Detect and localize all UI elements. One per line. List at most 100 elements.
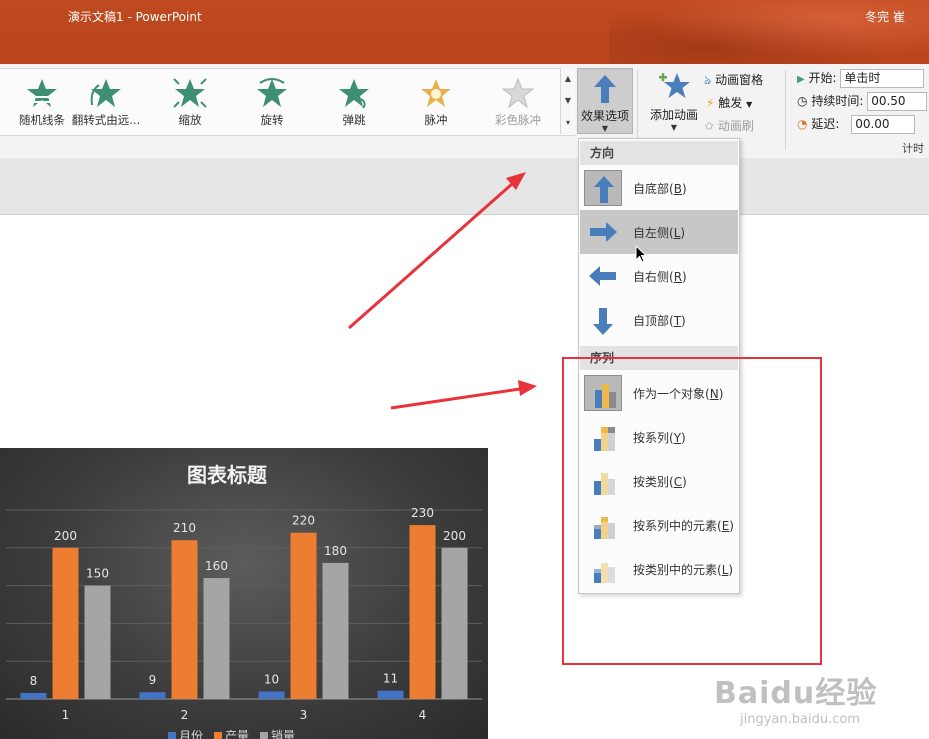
watermark-url: jingyan.baidu.com bbox=[740, 712, 860, 727]
effect-options-label: 效果选项 bbox=[580, 109, 629, 123]
menu-item-text: 自右侧 bbox=[633, 270, 670, 284]
direction-option-1[interactable]: 自左侧(L) bbox=[580, 210, 738, 254]
animation-pane-label: 动画窗格 bbox=[715, 73, 764, 87]
bar-月份-4 bbox=[377, 690, 404, 699]
title-bar: 演示文稿1 - PowerPoint 冬完 崔 bbox=[0, 0, 929, 64]
gallery-item-4[interactable]: 弹跳 bbox=[314, 73, 394, 133]
legend-swatch bbox=[260, 732, 268, 739]
direction-option-0[interactable]: 自底部(B) bbox=[580, 166, 738, 210]
menu-item-access-key: (B) bbox=[669, 182, 687, 196]
menu-item-text: 自左侧 bbox=[633, 226, 670, 240]
bar-月份-2 bbox=[139, 692, 166, 699]
random-bars-icon bbox=[27, 79, 57, 107]
duration-label: 持续时间: bbox=[811, 94, 864, 108]
menu-item-access-key: (L) bbox=[669, 226, 686, 240]
data-label: 200 bbox=[443, 529, 466, 543]
menu-item-access-key: (R) bbox=[669, 270, 687, 284]
chevron-down-icon: ▼ bbox=[601, 124, 609, 133]
bar-月份-3 bbox=[258, 691, 285, 699]
clock-icon: ◷ bbox=[797, 94, 808, 108]
data-label: 10 bbox=[264, 672, 279, 686]
gallery-item-label: 翻转式由远... bbox=[71, 113, 141, 127]
direction-header: 方向 bbox=[580, 141, 738, 165]
gallery-item-label: 脉冲 bbox=[424, 113, 448, 127]
animation-pane-button[interactable]: ঌ 动画窗格 bbox=[704, 71, 763, 92]
animation-painter-label: 动画刷 bbox=[717, 119, 754, 133]
menu-item-label: 自左侧(L) bbox=[633, 224, 685, 241]
menu-item-text: 自顶部 bbox=[633, 314, 670, 328]
effect-options-button[interactable]: 效果选项 ▼ bbox=[577, 68, 633, 134]
direction-option-3[interactable]: 自顶部(T) bbox=[580, 298, 738, 342]
flip-icon bbox=[90, 79, 121, 107]
x-tick-label: 2 bbox=[181, 708, 189, 722]
bounce-icon bbox=[339, 79, 369, 109]
timing-group-label: 计时 bbox=[902, 142, 924, 155]
bar-产量-2 bbox=[171, 540, 198, 699]
bar-chart: 图表标题8200150192101602102201803112302004月份… bbox=[6, 463, 482, 739]
window-title: 演示文稿1 - PowerPoint bbox=[68, 10, 202, 24]
legend-label: 产量 bbox=[225, 729, 249, 739]
play-icon: ▶ bbox=[797, 74, 805, 85]
chart-title: 图表标题 bbox=[187, 463, 268, 487]
spin-icon bbox=[257, 78, 287, 107]
delay-row: ◔ 延迟: 00.00 bbox=[797, 115, 916, 134]
trigger-button[interactable]: ⚡ 触发 ▼ bbox=[706, 94, 752, 111]
animation-pane-icon: ঌ bbox=[704, 73, 712, 87]
gallery-item-1[interactable]: 翻转式由远... bbox=[66, 73, 146, 133]
legend-swatch bbox=[168, 732, 176, 739]
bar-销量-3 bbox=[322, 562, 349, 699]
chart-object[interactable]: 图表标题 8 200 150 1 9 210 160 2 10 220 180 3 11 230 200 4 月份… bbox=[0, 448, 488, 739]
annotation-highlight-box bbox=[562, 357, 822, 665]
arrow-left-icon bbox=[584, 258, 622, 294]
gallery-item-3[interactable]: 旋转 bbox=[232, 73, 312, 133]
bar-销量-2 bbox=[203, 578, 230, 699]
start-label: 开始: bbox=[808, 71, 837, 85]
duration-input[interactable]: 00.50 bbox=[867, 92, 928, 111]
delay-input[interactable]: 00.00 bbox=[851, 115, 916, 134]
lightning-icon: ⚡ bbox=[706, 96, 715, 110]
gallery-scroll-down-icon[interactable]: ▼ bbox=[561, 90, 575, 112]
data-label: 11 bbox=[383, 672, 398, 686]
gallery-item-5[interactable]: 脉冲 bbox=[396, 73, 476, 133]
data-label: 9 bbox=[149, 673, 157, 687]
menu-item-access-key: (T) bbox=[669, 314, 686, 328]
add-animation-label: 添加动画 bbox=[649, 108, 698, 122]
animations-ribbon: 随机线条 翻转式由远... 缩放 旋转 弹跳 脉冲 彩色脉冲 ▲ ▼ ▾ 效果选项 ▼ 添加… bbox=[0, 64, 929, 159]
add-animation-button[interactable]: 添加动画 ▼ bbox=[645, 68, 703, 134]
gallery-scrollbar[interactable]: ▲ ▼ ▾ bbox=[560, 68, 575, 134]
data-label: 8 bbox=[30, 674, 38, 688]
arrow-up-icon bbox=[584, 170, 622, 206]
gallery-item-label: 旋转 bbox=[260, 113, 284, 127]
add-animation-star-icon bbox=[659, 73, 690, 98]
animation-painter-button[interactable]: ✩ 动画刷 bbox=[704, 117, 754, 134]
mouse-cursor-icon bbox=[635, 245, 648, 263]
menu-item-text: 自底部 bbox=[633, 182, 670, 196]
delay-icon: ◔ bbox=[797, 117, 808, 131]
animation-painter-icon: ✩ bbox=[704, 119, 715, 133]
user-name[interactable]: 冬完 崔 bbox=[865, 8, 905, 25]
x-tick-label: 3 bbox=[300, 708, 308, 722]
menu-item-label: 自底部(B) bbox=[633, 180, 687, 197]
gallery-more-icon[interactable]: ▾ bbox=[561, 112, 575, 134]
pulse-icon bbox=[421, 79, 451, 107]
data-label: 210 bbox=[173, 521, 196, 535]
chevron-down-icon: ▼ bbox=[670, 123, 678, 132]
start-row: ▶ 开始: 单击时 bbox=[797, 69, 925, 88]
gallery-item-2[interactable]: 缩放 bbox=[150, 73, 230, 133]
gallery-item-6[interactable]: 彩色脉冲 bbox=[478, 73, 558, 133]
x-tick-label: 1 bbox=[62, 708, 70, 722]
zoom-icon bbox=[173, 78, 207, 108]
gallery-scroll-up-icon[interactable]: ▲ bbox=[561, 68, 575, 90]
direction-option-2[interactable]: 自右侧(R) bbox=[580, 254, 738, 298]
ribbon-band bbox=[0, 158, 929, 215]
group-separator bbox=[785, 70, 786, 150]
gallery-item-label: 弹跳 bbox=[342, 113, 366, 127]
x-tick-label: 4 bbox=[419, 708, 427, 722]
data-label: 160 bbox=[205, 559, 228, 573]
start-select[interactable]: 单击时 bbox=[840, 69, 925, 88]
legend-label: 月份 bbox=[179, 729, 203, 739]
arrow-up-icon bbox=[594, 75, 616, 103]
delay-label: 延迟: bbox=[811, 117, 840, 131]
data-label: 150 bbox=[86, 567, 109, 581]
bar-产量-3 bbox=[290, 532, 317, 699]
